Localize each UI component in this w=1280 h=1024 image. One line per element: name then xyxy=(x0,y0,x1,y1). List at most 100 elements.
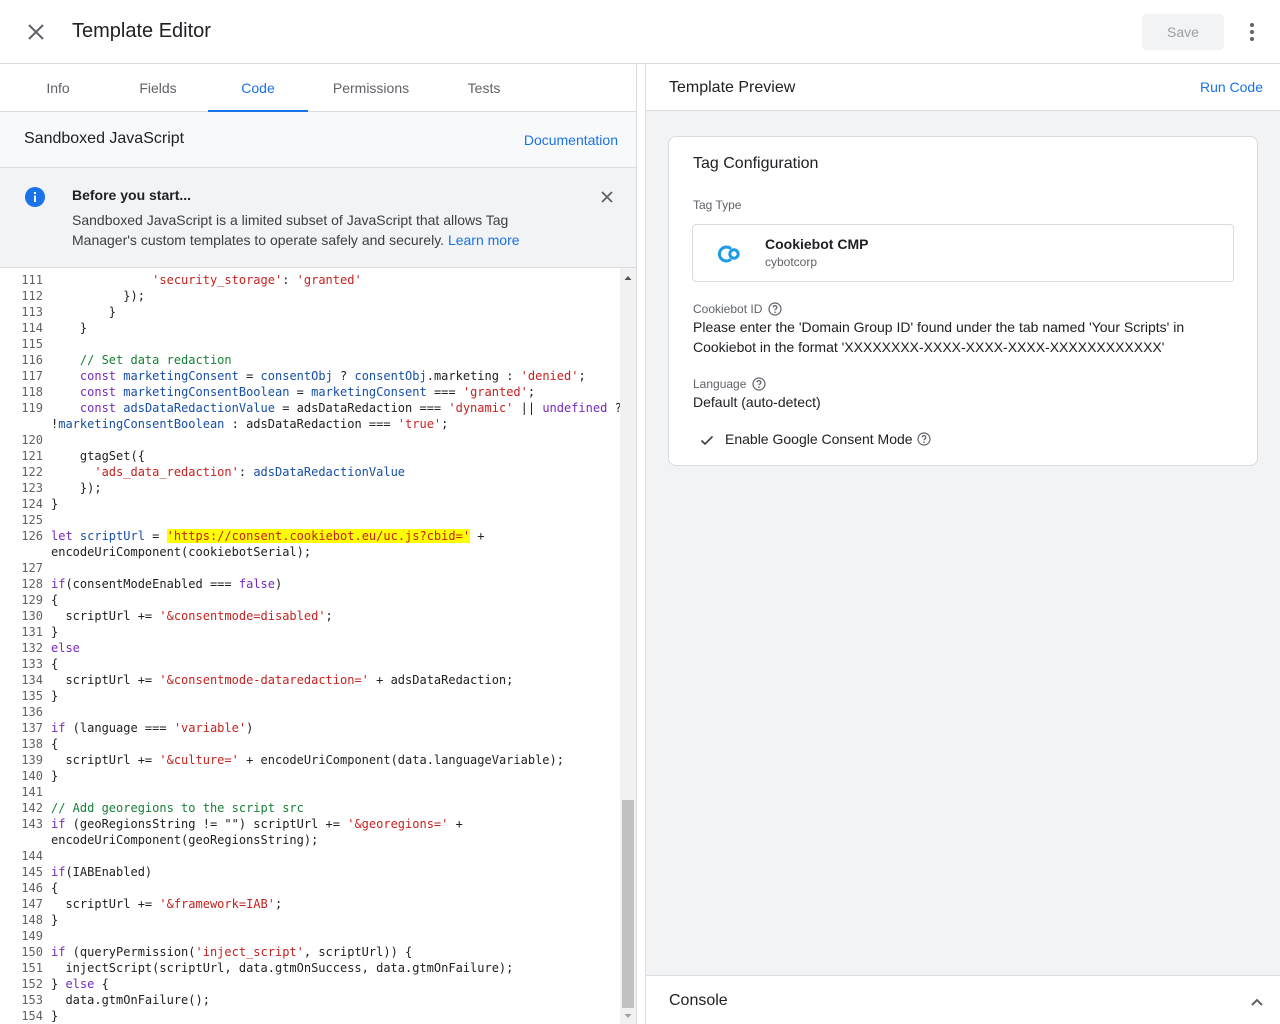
line-number: 122 xyxy=(21,465,43,479)
code-line: 131} xyxy=(0,624,620,640)
line-number: 136 xyxy=(21,705,43,719)
save-button[interactable]: Save xyxy=(1142,14,1224,50)
code-text: }); xyxy=(51,288,145,304)
line-number: 120 xyxy=(21,433,43,447)
tag-type-selector[interactable]: Cookiebot CMP cybotcorp xyxy=(692,224,1234,282)
documentation-link[interactable]: Documentation xyxy=(524,132,618,148)
code-token: encodeUriComponent(cookiebotSerial); xyxy=(51,545,312,559)
code-token: if xyxy=(51,577,66,591)
code-token: } xyxy=(51,1009,59,1023)
code-token: gtagSet({ xyxy=(51,449,145,463)
code-line: 115 xyxy=(0,336,620,352)
tag-configuration-card: Tag Configuration Tag Type Cookiebot CMP… xyxy=(668,136,1258,466)
code-token: }); xyxy=(51,289,145,303)
run-code-button[interactable]: Run Code xyxy=(1200,79,1263,95)
line-number: 143 xyxy=(21,817,43,831)
line-number: 138 xyxy=(21,737,43,751)
code-token: 'ads_data_redaction' xyxy=(94,465,239,479)
code-token: 'variable' xyxy=(173,721,247,735)
more-vert-icon xyxy=(1250,23,1254,41)
code-token: (language === xyxy=(65,721,174,735)
code-line: 122 'ads_data_redaction': adsDataRedacti… xyxy=(0,464,620,480)
help-icon[interactable] xyxy=(768,302,782,316)
more-options-button[interactable] xyxy=(1240,20,1264,44)
tab-code[interactable]: Code xyxy=(208,64,308,112)
code-line: 153 data.gtmOnFailure(); xyxy=(0,992,620,1008)
line-number: 127 xyxy=(21,561,43,575)
tab-permissions[interactable]: Permissions xyxy=(318,64,424,112)
cookiebot-id-label-text: Cookiebot ID xyxy=(693,302,763,316)
code-token: + xyxy=(448,817,463,831)
code-text: } xyxy=(51,624,58,640)
code-token: { xyxy=(51,593,59,607)
code-token: ) xyxy=(246,721,254,735)
editor-pane: Info Fields Code Permissions Tests Sandb… xyxy=(0,64,637,1024)
help-icon[interactable] xyxy=(752,377,766,391)
scroll-thumb[interactable] xyxy=(622,800,634,1008)
check-icon xyxy=(700,435,714,446)
code-token: '&framework=IAB' xyxy=(159,897,275,911)
code-token: const xyxy=(79,401,124,415)
code-token: const xyxy=(79,385,124,399)
code-token: adsDataRedactionValue xyxy=(123,401,275,415)
code-token: } xyxy=(51,625,59,639)
code-token: === xyxy=(426,385,463,399)
line-number: 116 xyxy=(21,353,43,367)
chevron-up-icon[interactable] xyxy=(1247,992,1267,1012)
code-token: + xyxy=(470,529,485,543)
close-icon xyxy=(28,24,44,40)
code-text: gtagSet({ xyxy=(51,448,145,464)
code-text: const marketingConsent = consentObj ? co… xyxy=(51,368,586,384)
line-number: 126 xyxy=(21,529,43,543)
line-number: 142 xyxy=(21,801,43,815)
line-number: 111 xyxy=(21,273,43,287)
code-text: { xyxy=(51,592,58,608)
close-button[interactable] xyxy=(20,16,52,48)
line-number: 113 xyxy=(21,305,43,319)
code-token: adsDataRedactionValue xyxy=(253,465,406,479)
code-token: scriptUrl xyxy=(79,529,145,543)
code-token: 'security_storage' xyxy=(152,273,283,287)
code-text: 'security_storage': 'granted' xyxy=(51,272,362,288)
code-token: if xyxy=(51,817,66,831)
console-panel[interactable]: Console xyxy=(646,975,1280,1024)
code-line: 150 if (queryPermission('inject_script', … xyxy=(0,944,620,960)
code-token: { xyxy=(94,977,109,991)
code-line: 123 }); xyxy=(0,480,620,496)
code-token: 'inject_script' xyxy=(195,945,304,959)
tab-fields[interactable]: Fields xyxy=(118,64,198,112)
code-text: } xyxy=(51,768,58,784)
learn-more-link[interactable]: Learn more xyxy=(448,232,520,248)
code-line: 133 { xyxy=(0,656,620,672)
help-icon[interactable] xyxy=(917,432,931,446)
notice-close-button[interactable] xyxy=(598,188,616,206)
code-token: if xyxy=(51,945,66,959)
code-text: scriptUrl += '&culture=' + encodeUriComp… xyxy=(51,752,564,768)
code-text: encodeUriComponent(cookiebotSerial); xyxy=(51,544,311,560)
code-token: ; xyxy=(441,417,449,431)
code-text: { xyxy=(51,880,58,896)
scroll-down-arrow-icon[interactable] xyxy=(620,1010,636,1020)
code-token: 'dynamic' xyxy=(448,401,514,415)
line-number: 119 xyxy=(21,401,43,415)
tab-info[interactable]: Info xyxy=(18,64,98,112)
code-token: if xyxy=(51,721,66,735)
line-number: 144 xyxy=(21,849,43,863)
code-editor[interactable]: 154} 153 data.gtmOnFailure(); 152} else {1… xyxy=(0,268,636,1024)
cookiebot-logo-icon xyxy=(715,240,743,268)
code-token: const xyxy=(79,369,124,383)
code-line: 137 if (language === 'variable') xyxy=(0,720,620,736)
code-token: : xyxy=(238,465,254,479)
code-scrollbar[interactable] xyxy=(620,268,636,1024)
tab-tests[interactable]: Tests xyxy=(444,64,524,112)
code-line: 129 { xyxy=(0,592,620,608)
code-line: 148} xyxy=(0,912,620,928)
code-line: 141 xyxy=(0,784,620,800)
line-number: 133 xyxy=(21,657,43,671)
code-token: 'true' xyxy=(397,417,442,431)
code-token: ) xyxy=(274,577,283,591)
code-token: '&consentmode-dataredaction=' xyxy=(159,673,369,687)
scroll-up-arrow-icon[interactable] xyxy=(620,272,636,282)
code-text: } xyxy=(51,304,116,320)
